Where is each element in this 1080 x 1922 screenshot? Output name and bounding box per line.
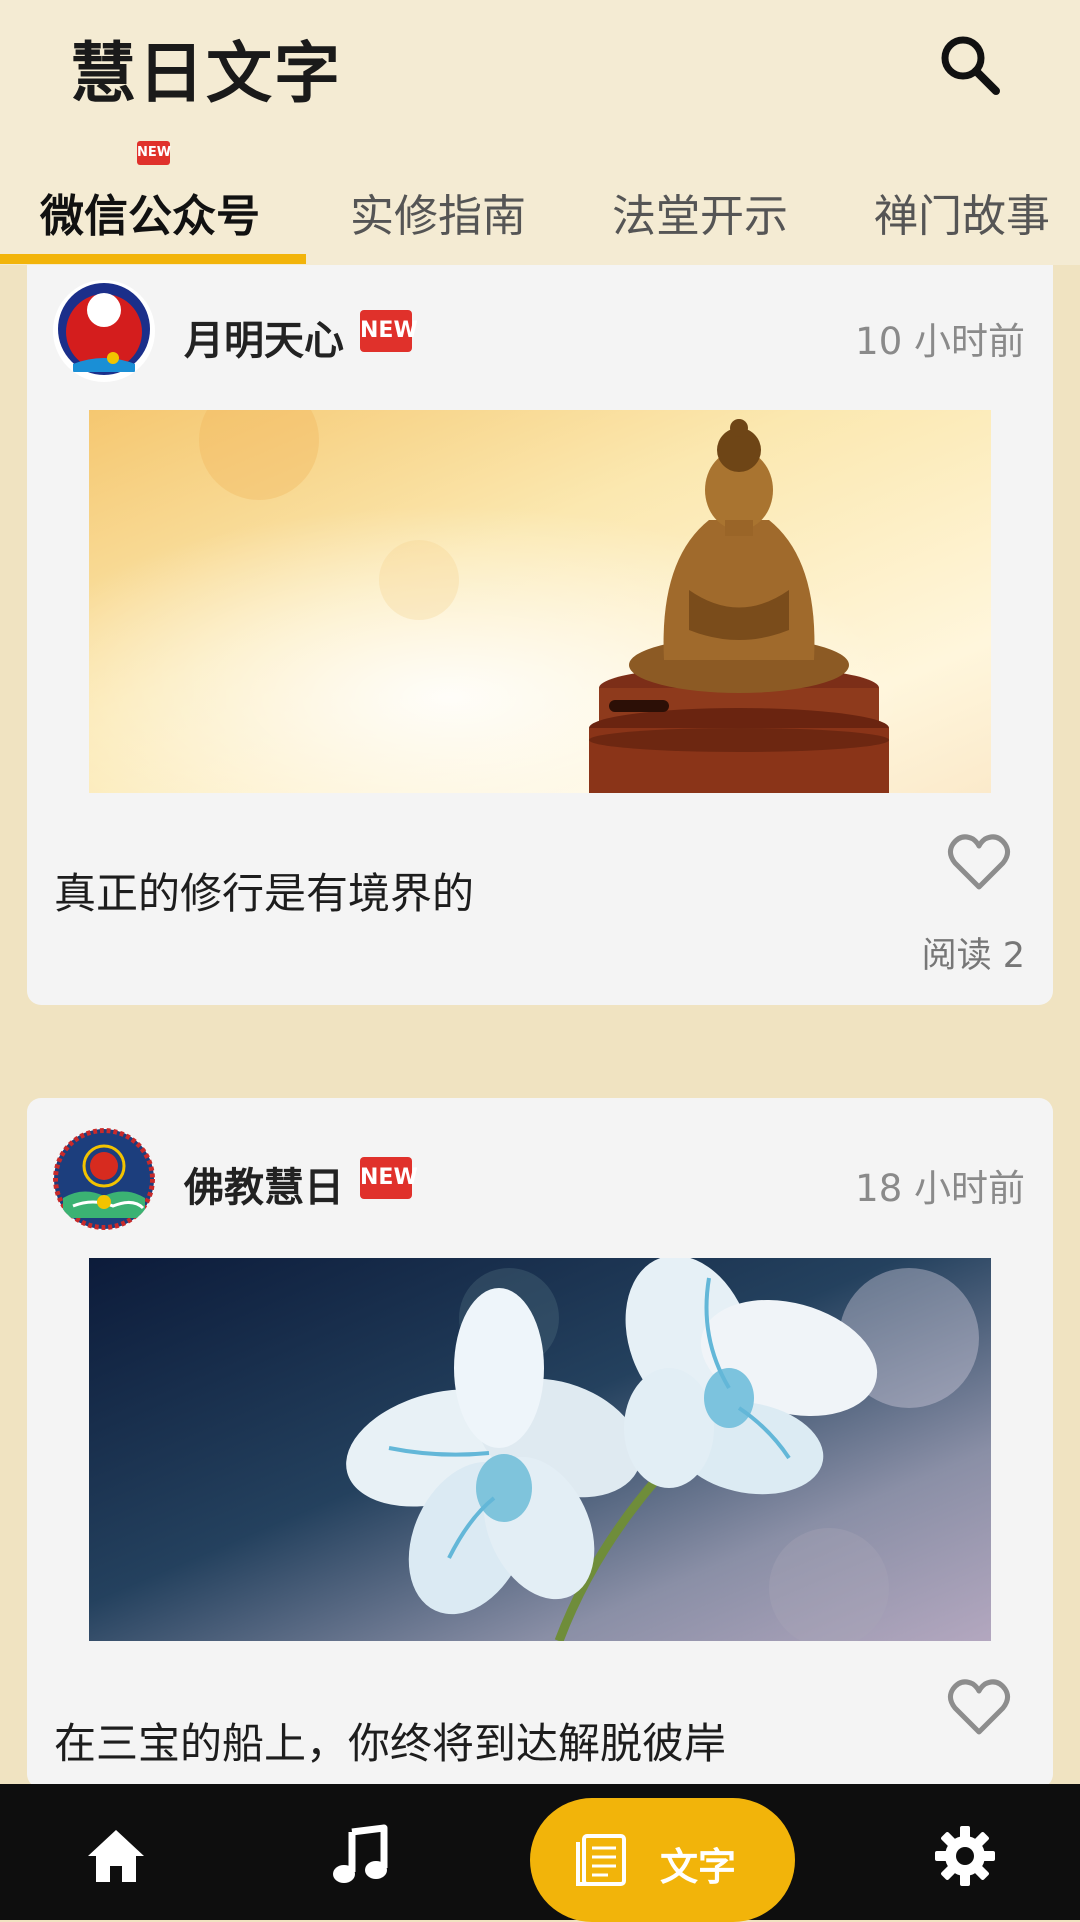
bottom-navigation: 文字 [0,1784,1080,1922]
tab-dharma-talks[interactable]: 法堂开示 [612,180,788,244]
heart-icon[interactable] [947,833,1011,891]
author-name: 佛教慧日 [184,1165,344,1211]
post-card[interactable]: 月明天心 NEW 10 小时前 真正的修行是有境界的 阅读 2 [27,265,1053,1005]
nav-text-tab[interactable]: 文字 [530,1798,795,1922]
category-tabs: 微信公众号 实修指南 法堂开示 禅门故事 [0,140,1080,265]
post-card[interactable]: 佛教慧日 NEW 18 小时前 在三宝的船上，你终将到达解脱彼岸 [27,1098,1053,1788]
post-title[interactable]: 真正的修行是有境界的 [54,860,474,921]
app-title: 慧日文字 [70,35,342,112]
read-count: 阅读 2 [921,936,1025,976]
gear-icon[interactable] [933,1824,997,1888]
post-image-orchid[interactable] [89,1258,991,1641]
post-time: 10 小时前 [855,320,1025,363]
search-icon[interactable] [933,28,1005,100]
heart-icon[interactable] [947,1678,1011,1736]
tab-zen-stories[interactable]: 禅门故事 [874,180,1050,244]
post-title[interactable]: 在三宝的船上，你终将到达解脱彼岸 [54,1710,726,1771]
new-badge: NEW [360,310,418,352]
post-image-buddha[interactable] [89,410,991,793]
tab-wechat[interactable]: 微信公众号 [40,180,260,244]
home-icon[interactable] [84,1824,148,1888]
author-avatar[interactable] [53,280,155,382]
active-tab-indicator [0,254,306,264]
author-avatar[interactable] [53,1128,155,1230]
nav-text-label: 文字 [660,1845,737,1889]
author-name: 月明天心 [184,318,344,364]
document-icon [576,1834,626,1886]
post-time: 18 小时前 [855,1167,1025,1210]
tab-practice-guide[interactable]: 实修指南 [350,180,526,244]
app-header: 慧日文字 NEW 微信公众号 实修指南 法堂开示 禅门故事 [0,0,1080,265]
music-note-icon[interactable] [328,1824,392,1888]
new-badge: NEW [360,1157,418,1199]
